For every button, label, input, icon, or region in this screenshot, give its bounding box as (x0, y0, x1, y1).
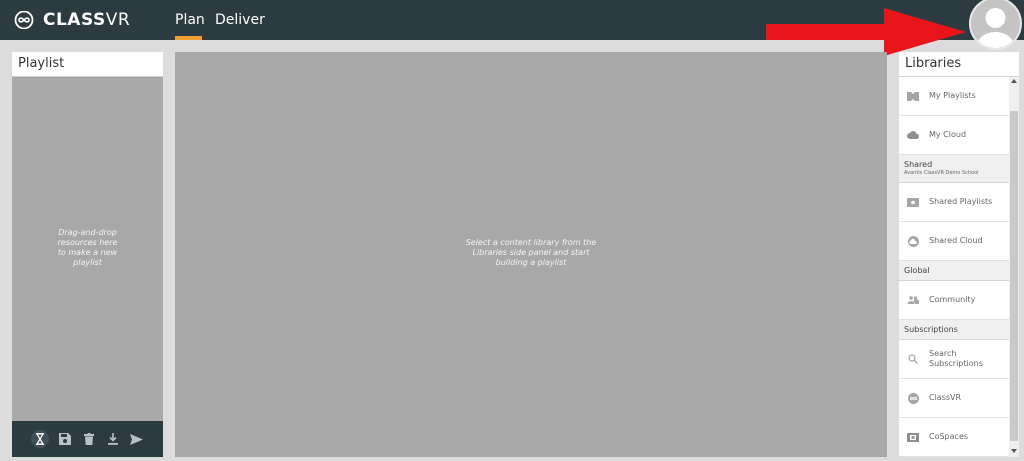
library-label: My Cloud (929, 130, 967, 139)
playlist-drop-hint: Drag-and-drop resources here to make a n… (57, 228, 118, 267)
playlist-title: Playlist (12, 52, 163, 77)
community-icon (907, 295, 919, 305)
shared-section-header: Shared Avantis ClassVR Demo School (899, 155, 1009, 183)
hourglass-button[interactable] (30, 430, 49, 448)
scroll-down-arrow-icon[interactable] (1011, 449, 1017, 453)
library-classvr[interactable]: ClassVR (899, 379, 1009, 418)
libraries-list: My Playlists My Cloud Shared Avantis Cla… (899, 77, 1009, 457)
shared-playlist-icon (907, 197, 919, 207)
cloud-icon (907, 130, 919, 140)
subscriptions-section-header: Subscriptions (899, 320, 1009, 340)
content-area[interactable]: Select a content library from the Librar… (175, 52, 887, 457)
libraries-title: Libraries (899, 52, 1019, 77)
save-button[interactable] (57, 431, 73, 447)
top-bar: CLASSVR Plan Deliver (0, 0, 1024, 56)
library-community[interactable]: Community (899, 281, 1009, 320)
library-label: Shared Cloud (929, 236, 983, 245)
classvr-logo-icon (907, 392, 919, 404)
send-button[interactable] (129, 431, 145, 447)
logo-text: CLASSVR (43, 10, 131, 30)
playlist-panel[interactable]: Playlist Drag-and-drop resources here to… (12, 52, 163, 457)
user-avatar[interactable] (969, 0, 1022, 50)
tab-plan[interactable]: Plan (175, 12, 205, 28)
libraries-panel: Libraries My Playlists My Cloud Shared A… (899, 52, 1019, 457)
library-shared-playlists[interactable]: Shared Playlists (899, 183, 1009, 222)
playlist-icon (907, 91, 919, 101)
library-my-cloud[interactable]: My Cloud (899, 116, 1009, 155)
library-shared-cloud[interactable]: Shared Cloud (899, 222, 1009, 261)
delete-button[interactable] (81, 431, 97, 447)
user-avatar-icon (976, 8, 1015, 48)
trash-icon (83, 433, 94, 445)
infinity-logo-icon (14, 11, 34, 29)
save-icon (58, 433, 71, 445)
scrollbar-thumb[interactable] (1010, 111, 1018, 441)
library-label: ClassVR (929, 393, 962, 402)
shared-organisation-label: Avantis ClassVR Demo School (904, 170, 979, 176)
shared-section-label: Shared (904, 160, 933, 169)
library-label: Community (929, 295, 976, 304)
download-icon (107, 433, 118, 445)
libraries-scrollbar[interactable] (1009, 77, 1019, 457)
download-button[interactable] (105, 431, 121, 447)
tab-deliver[interactable]: Deliver (215, 12, 265, 28)
library-label: CoSpaces (929, 432, 969, 441)
library-label: My Playlists (929, 91, 976, 100)
scroll-up-arrow-icon[interactable] (1011, 79, 1017, 83)
shared-cloud-icon (907, 235, 919, 247)
hourglass-icon (35, 433, 44, 445)
playlist-toolbar (12, 421, 163, 457)
content-area-hint: Select a content library from the Librar… (465, 238, 597, 267)
cospaces-icon (907, 432, 919, 442)
search-icon (907, 354, 919, 364)
library-cospaces[interactable]: CoSpaces (899, 418, 1009, 457)
library-label: Shared Playlists (929, 197, 993, 206)
send-icon (130, 433, 143, 445)
red-arrow-icon (766, 8, 966, 56)
active-tab-indicator (175, 36, 202, 40)
library-my-playlists[interactable]: My Playlists (899, 77, 1009, 116)
library-search-subscriptions[interactable]: Search Subscriptions (899, 340, 1009, 379)
classvr-logo[interactable]: CLASSVR (12, 9, 130, 31)
library-label: Search Subscriptions (929, 349, 983, 368)
global-section-header: Global (899, 261, 1009, 281)
